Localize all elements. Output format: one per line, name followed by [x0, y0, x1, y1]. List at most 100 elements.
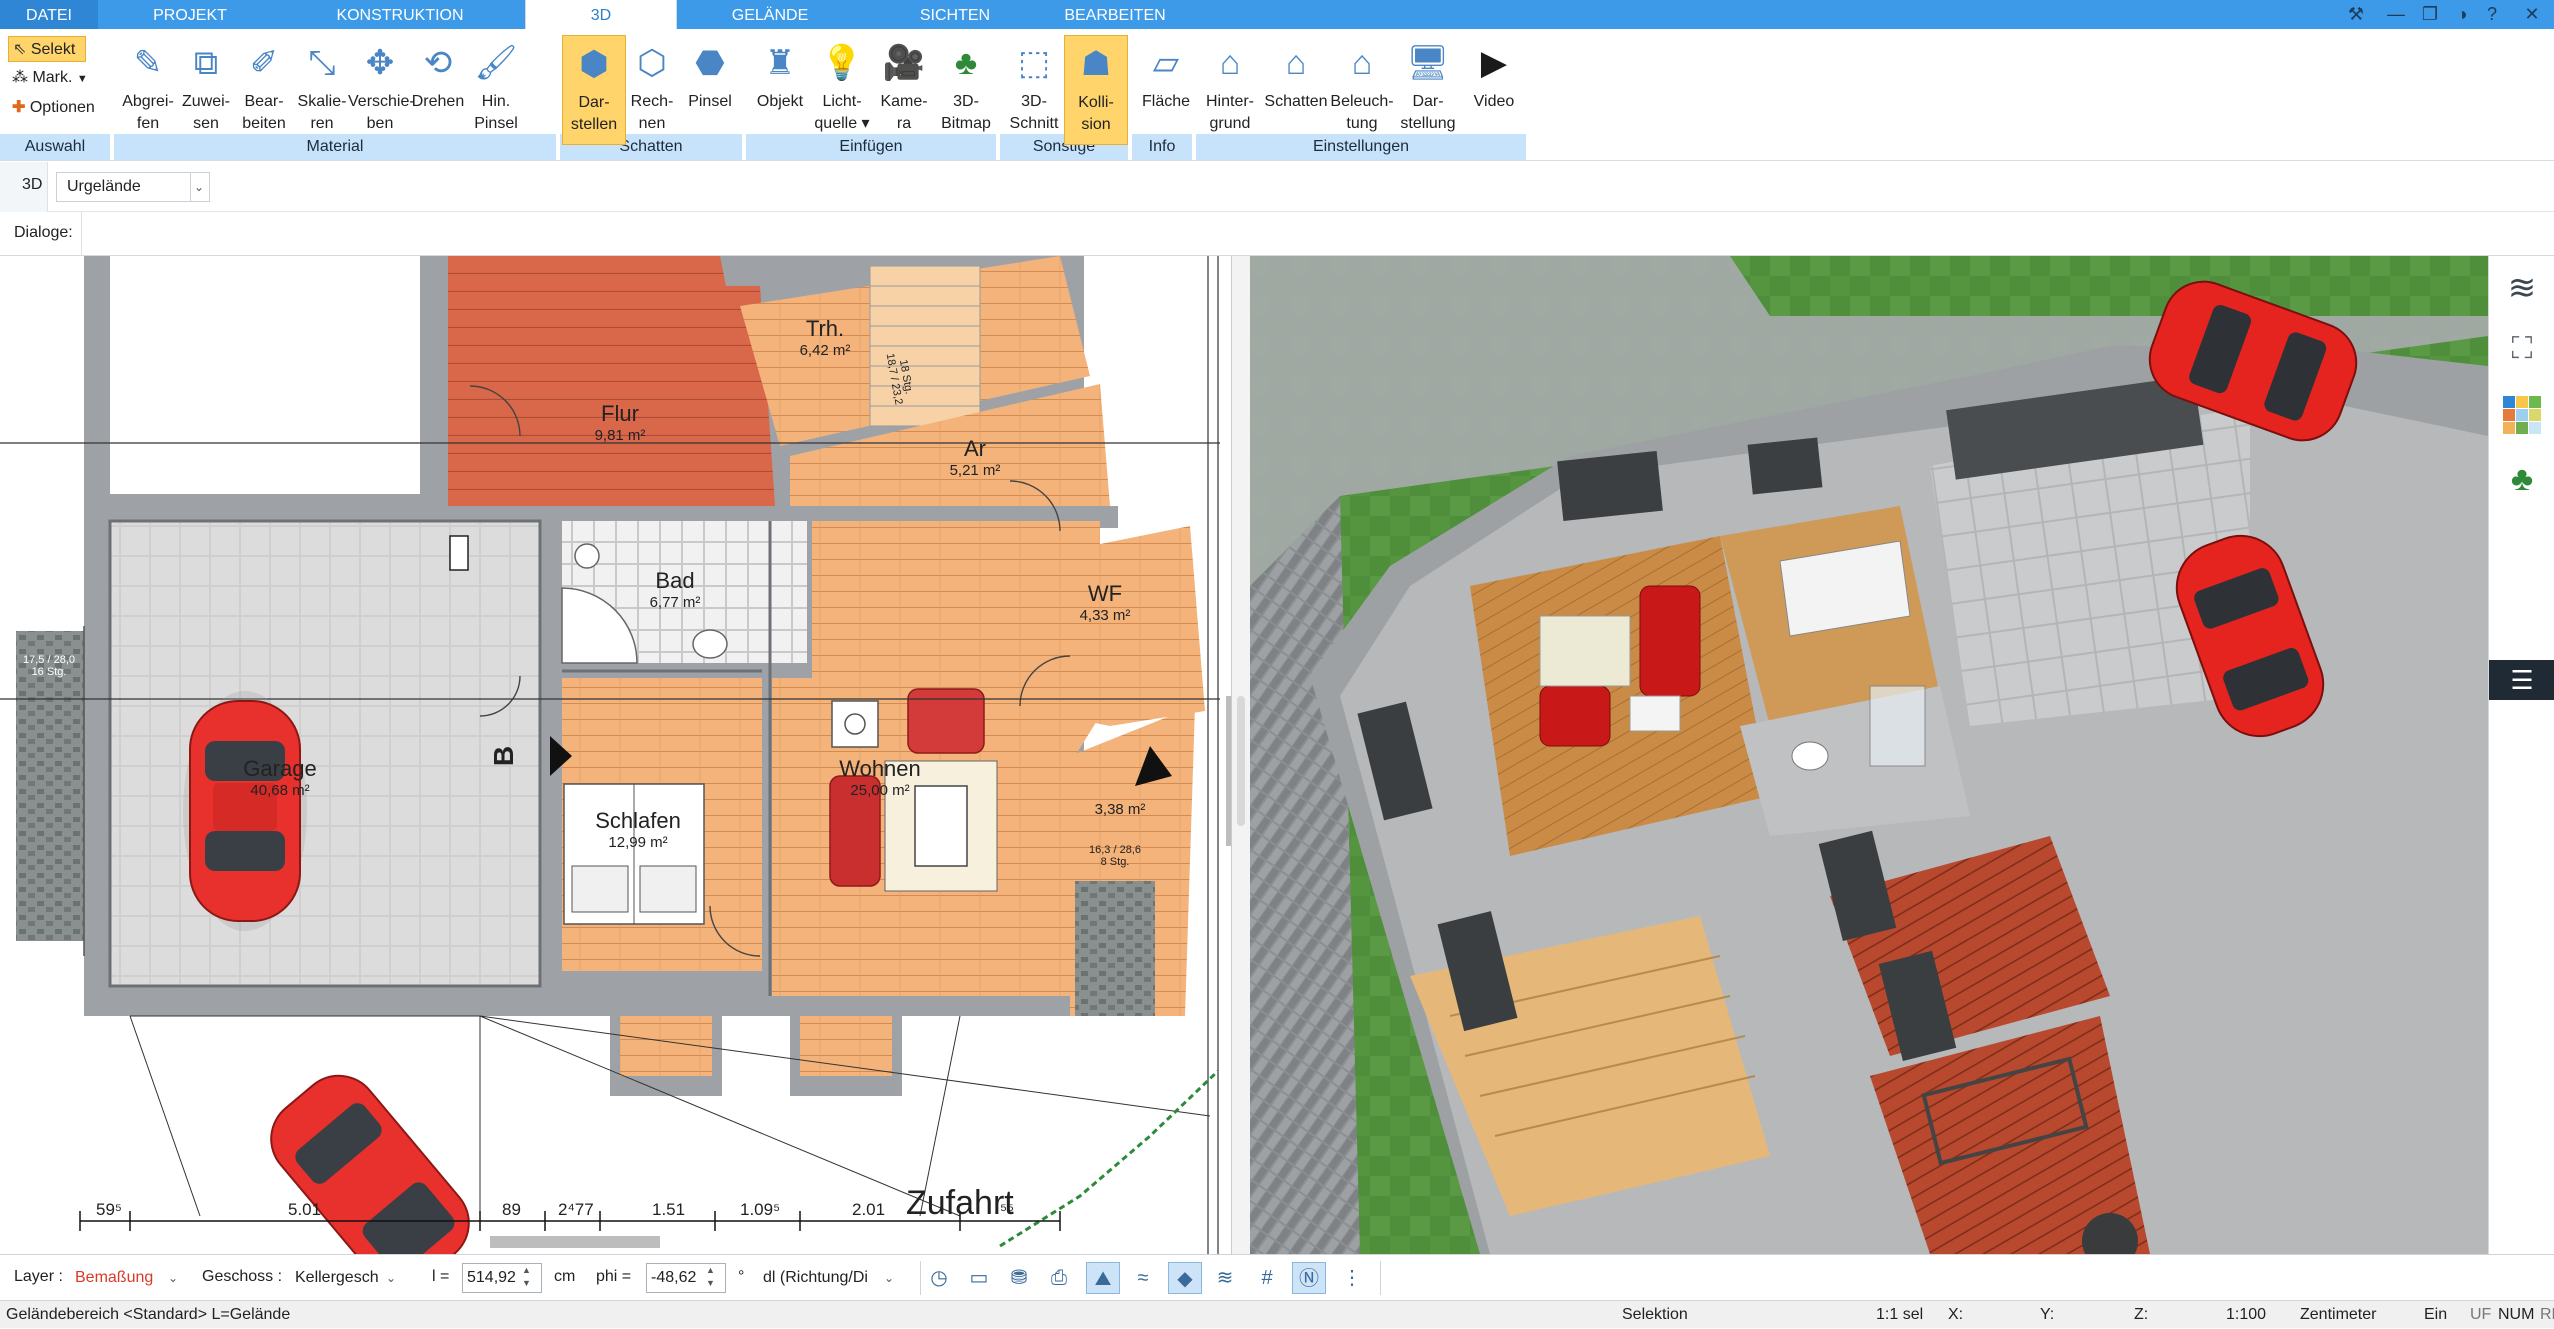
status-y: Y: [2040, 1306, 2055, 1323]
render-icon[interactable]: ⛃ [1002, 1262, 1036, 1294]
tab-gelaende[interactable]: GELÄNDE [690, 0, 850, 29]
material-button-4[interactable]: ✥ Verschie- ben [348, 35, 415, 145]
3d-view[interactable] [1250, 256, 2488, 1254]
einstellungen-button-3[interactable]: 🖥 Dar- stellung [1396, 35, 1460, 145]
light-icon: 💡 [820, 44, 864, 82]
schatten-button-1[interactable]: ⬡ Rech- nen [620, 35, 684, 145]
status-unit: Zentimeter [2300, 1306, 2377, 1323]
floor-value: Kellergesch [295, 1269, 379, 1286]
info-button-0[interactable]: ▱ Fläche [1134, 35, 1198, 145]
einfuegen-button-2[interactable]: 🎥 Kame- ra [872, 35, 936, 145]
status-ein: Ein [2424, 1306, 2448, 1323]
plant-icon[interactable]: ♣ [2503, 460, 2541, 508]
mark-button[interactable]: ⁂ Mark. ▼ [8, 65, 88, 91]
minimize-icon[interactable]: — [2382, 2, 2410, 26]
waves-icon[interactable]: ≋ [1208, 1262, 1242, 1294]
schatten-button-label: Pinsel [688, 93, 732, 110]
terrain-select-value: Urgelände [67, 178, 141, 195]
dialog-label: Dialoge: [14, 224, 73, 241]
layer-select[interactable]: Bemaßung ⌄ [70, 1263, 188, 1293]
tools-icon[interactable]: ⚒ [2342, 2, 2370, 26]
plane-icon[interactable]: ◆ [1168, 1262, 1202, 1294]
chevron-down-icon: ⌄ [190, 173, 206, 201]
einstellungen-button-label: Dar- stellung [1400, 93, 1456, 132]
material-button-label: Bear- beiten [242, 93, 286, 132]
menu-icon[interactable]: ☰ [2489, 660, 2554, 700]
shadow-settings-icon: ⌂ [1285, 44, 1307, 82]
scale-icon: ⤡ [308, 44, 336, 82]
more-icon[interactable]: ⋮ [1342, 1262, 1362, 1294]
water-icon[interactable]: ≈ [1126, 1262, 1160, 1294]
clock-icon[interactable]: ◷ [922, 1262, 956, 1294]
monitor-icon[interactable]: ▭ [962, 1262, 996, 1294]
layers-icon[interactable]: ≋ [2503, 268, 2541, 316]
materials-icon[interactable] [2503, 396, 2541, 440]
grid-icon[interactable]: # [1250, 1262, 1284, 1294]
pipette-icon: ✎ [133, 44, 163, 82]
material-button-label: Zuwei- sen [181, 93, 230, 132]
einstellungen-button-label: Hinter- grund [1205, 93, 1254, 132]
theme-icon[interactable]: ◑ [2448, 2, 2476, 26]
schatten-button-2[interactable]: ⬣ Pinsel [678, 35, 742, 145]
stepper-icon[interactable]: ▲ ▼ [522, 1264, 538, 1290]
schatten-button-0[interactable]: ⬢ Dar- stellen [562, 35, 626, 145]
options-button[interactable]: ✚ Optionen [8, 95, 95, 121]
material-button-6[interactable]: 🖌 Hin. Pinsel [464, 35, 528, 145]
area-icon: ▱ [1152, 44, 1180, 82]
length-field[interactable]: 514,92 ▲ ▼ [462, 1263, 542, 1293]
terrain-select[interactable]: Urgelände ⌄ [56, 172, 210, 202]
einfuegen-button-label: Licht- quelle ▾ [814, 93, 870, 132]
material-button-3[interactable]: ⤡ Skalie- ren [290, 35, 354, 145]
section-marker: B [488, 745, 520, 767]
stepper-icon[interactable]: ▲ ▼ [706, 1264, 722, 1290]
driveway-label: Zufahrt [906, 1184, 1014, 1222]
stair-note-right: 16,3 / 28,6 8 Stg. [1089, 844, 1141, 868]
material-button-5[interactable]: ⟲ Drehen [406, 35, 470, 145]
furniture-icon[interactable]: ⛶ [2503, 332, 2541, 380]
einstellungen-button-2[interactable]: ⌂ Beleuch- tung [1330, 35, 1394, 145]
length-unit: cm [554, 1268, 576, 1285]
material-button-label: Verschie- ben [348, 93, 415, 132]
view-toolbar: 3D Urgelände ⌄ [0, 162, 2554, 212]
camera-icon: 🎥 [882, 44, 926, 82]
einstellungen-button-0[interactable]: ⌂ Hinter- grund [1198, 35, 1262, 145]
tab-sichten[interactable]: SICHTEN [880, 0, 1030, 29]
tab-datei[interactable]: DATEI [0, 0, 98, 29]
einstellungen-button-4[interactable]: ▶ Video [1462, 35, 1526, 145]
einfuegen-button-3[interactable]: ♣ 3D- Bitmap [934, 35, 998, 145]
collision-icon: ☗ [1080, 45, 1112, 83]
einfuegen-button-label: Objekt [756, 93, 804, 110]
terrain-icon[interactable]: ⛰ [1086, 1262, 1120, 1294]
direction-select[interactable]: dl (Richtung/Di ⌄ [758, 1263, 904, 1293]
material-button-1[interactable]: ⧉ Zuwei- sen [174, 35, 238, 145]
phi-field[interactable]: -48,62 ▲ ▼ [646, 1263, 726, 1293]
select-button[interactable]: ⇖ Selekt [8, 36, 86, 62]
einstellungen-button-1[interactable]: ⌂ Schatten [1264, 35, 1328, 145]
einfuegen-button-label: 3D- Bitmap [941, 93, 991, 132]
sonstige-button-1[interactable]: ☗ Kolli- sion [1064, 35, 1128, 145]
dimension-label: 59⁵ [96, 1200, 122, 1219]
sonstige-button-0[interactable]: ⬚ 3D- Schnitt [1002, 35, 1066, 145]
restore-icon[interactable]: ❐ [2416, 2, 2444, 26]
print-icon[interactable]: ⎙ [1042, 1262, 1076, 1294]
floor-select[interactable]: Kellergesch ⌄ [290, 1263, 406, 1293]
tab-bearbeiten[interactable]: BEARBEITEN [1040, 0, 1190, 29]
floor-plan-view[interactable]: Flur 9,81 m² Trh. 6,42 m² Ar 5,21 m² Bad… [0, 256, 1232, 1254]
view-splitter[interactable] [1232, 256, 1250, 1254]
mark-icon: ⁂ [12, 69, 28, 86]
material-button-0[interactable]: ✎ Abgrei- fen [116, 35, 180, 145]
close-icon[interactable]: ✕ [2518, 2, 2546, 26]
help-icon[interactable]: ? [2478, 2, 2506, 26]
tab-konstruktion[interactable]: KONSTRUKTION [310, 0, 490, 29]
tab-projekt[interactable]: PROJEKT [110, 0, 270, 29]
ribbon: ⇖ Selekt ⁂ Mark. ▼ ✚ Optionen Auswahl Ma… [0, 29, 2554, 161]
side-panel: ≋ ⛶ ♣ ☰ [2488, 256, 2554, 1254]
tab-3d[interactable]: 3D [525, 0, 677, 31]
material-button-label: Skalie- ren [297, 93, 347, 132]
north-icon[interactable]: Ⓝ [1292, 1262, 1326, 1294]
chevron-down-icon: ▼ [76, 73, 88, 85]
room-label-stair: 3,38 m² [1094, 801, 1146, 818]
material-button-2[interactable]: ✐ Bear- beiten [232, 35, 296, 145]
einfuegen-button-0[interactable]: ♜ Objekt [748, 35, 812, 145]
einfuegen-button-1[interactable]: 💡 Licht- quelle ▾ [810, 35, 874, 145]
